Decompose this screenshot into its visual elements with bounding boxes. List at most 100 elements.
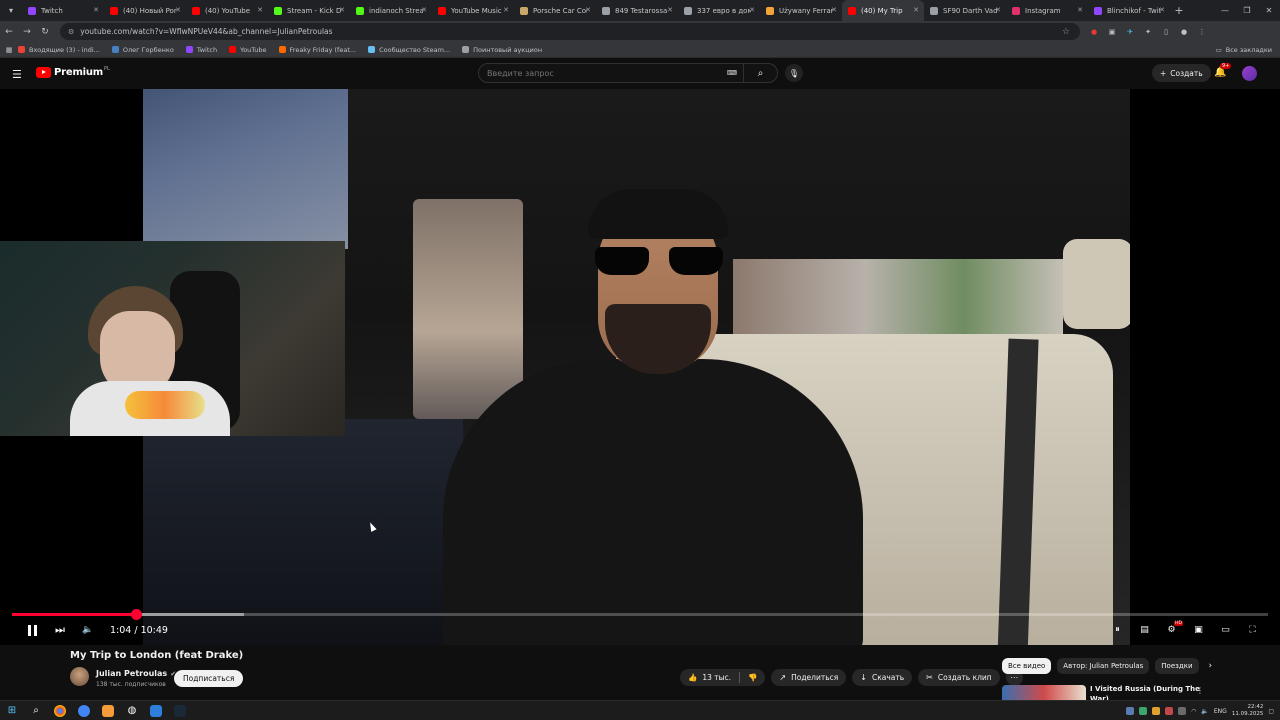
browser-tab[interactable]: 337 евро в доме✕ [678, 0, 760, 21]
browser-tab[interactable]: Twitch ✕ [22, 0, 104, 21]
bookmark-star-icon[interactable]: ☆ [1062, 27, 1070, 37]
theater-mode-icon[interactable]: ▭ [1214, 619, 1237, 641]
bookmark-item[interactable]: Сообщество Steam... [368, 46, 450, 54]
tab-close-icon[interactable]: ✕ [585, 6, 591, 14]
tray-app-icon[interactable] [1165, 707, 1174, 715]
browser-tab[interactable]: Instagram ✕ [1006, 0, 1088, 21]
volume-tray-icon[interactable]: 🔈 [1201, 708, 1208, 715]
account-avatar[interactable] [1242, 66, 1257, 81]
tab-close-icon[interactable]: ✕ [995, 6, 1001, 14]
volume-button[interactable]: 🔈 [74, 619, 102, 641]
bookmark-item[interactable]: Twitch [185, 46, 217, 54]
bookmark-item[interactable]: Входящие (3) - indi... [18, 46, 100, 54]
youtube-logo[interactable]: Premium PL [36, 66, 110, 78]
tab-close-icon[interactable]: ✕ [667, 6, 673, 14]
progress-bar[interactable] [12, 609, 1268, 620]
browser-tab[interactable]: SF90 Darth Vade ✕ [924, 0, 1006, 21]
wifi-icon[interactable]: ◠ [1191, 708, 1196, 715]
tab-close-icon[interactable]: ✕ [1159, 6, 1165, 14]
chevron-right-icon[interactable]: › [1209, 661, 1213, 671]
browser-tab[interactable]: YouTube Music ✕ [432, 0, 514, 21]
chip-all-videos[interactable]: Все видео [1002, 658, 1052, 674]
bookmark-item[interactable]: Олег Горбенко [111, 46, 174, 54]
video-player[interactable]: ⏭ 🔈 1:04 / 10:49 ⏸ ▤ ⚙ HD ▣ ▭ ⛶ [0, 89, 1280, 645]
tray-app-icon[interactable] [1126, 707, 1135, 715]
chip-trips[interactable]: Поездки [1155, 658, 1199, 674]
next-button[interactable]: ⏭ [46, 619, 74, 641]
tray-app-icon[interactable] [1178, 707, 1187, 715]
browser-tab[interactable]: (40) Новый Porsche✕ [104, 0, 186, 21]
recommendation-thumbnail[interactable] [1002, 685, 1086, 701]
keyboard-icon[interactable]: ⌨ [727, 69, 737, 77]
sidebar-icon[interactable]: ▯ [1160, 26, 1172, 38]
obs-app-icon[interactable]: ◍ [120, 701, 144, 720]
share-button[interactable]: ↗ Поделиться [771, 669, 847, 686]
forward-icon[interactable]: → [18, 27, 36, 37]
channel-avatar[interactable] [70, 667, 89, 686]
tab-close-icon[interactable]: ✕ [831, 6, 837, 14]
app-icon[interactable] [144, 701, 168, 720]
search-input[interactable] [479, 68, 727, 78]
extension-icon[interactable]: ✈ [1124, 26, 1136, 38]
steam-app-icon[interactable] [168, 701, 192, 720]
new-tab-button[interactable]: + [1170, 4, 1188, 17]
like-button[interactable]: 👍 13 тыс. [680, 669, 739, 686]
notifications-bell-icon[interactable]: 🔔 9+ [1214, 63, 1232, 78]
voice-search-icon[interactable]: 🎙 [785, 64, 803, 82]
tab-close-icon[interactable]: ✕ [175, 6, 181, 14]
tab-close-icon[interactable]: ✕ [339, 6, 345, 14]
notifications-icon[interactable]: ▢ [1268, 708, 1274, 715]
pause-button[interactable] [18, 619, 46, 641]
chrome-app-icon[interactable] [48, 701, 72, 720]
browser-menu-icon[interactable]: ⋮ [1196, 26, 1208, 38]
browser-tab[interactable]: Używany Ferrari ✕ [760, 0, 842, 21]
search-button[interactable]: ⌕ [743, 64, 777, 82]
recommendation-menu-icon[interactable]: ⋮ [1196, 686, 1204, 695]
tab-close-icon[interactable]: ✕ [1077, 6, 1083, 14]
taskbar-search-icon[interactable]: ⌕ [24, 701, 48, 720]
create-button[interactable]: + Создать [1152, 64, 1211, 82]
tab-close-icon[interactable]: ✕ [93, 6, 99, 14]
tray-app-icon[interactable] [1152, 707, 1161, 715]
site-info-icon[interactable]: ⚙ [68, 28, 74, 36]
autoplay-toggle-icon[interactable]: ⏸ [1106, 619, 1129, 641]
maximize-icon[interactable]: ❐ [1236, 0, 1258, 21]
reload-icon[interactable]: ↻ [36, 27, 54, 37]
subtitles-icon[interactable]: ▤ [1133, 619, 1156, 641]
browser-tab[interactable]: (40) YouTube ✕ [186, 0, 268, 21]
back-icon[interactable]: ← [0, 27, 18, 37]
clock[interactable]: 22:42 11.09.2025 [1232, 704, 1264, 718]
tab-close-icon[interactable]: ✕ [257, 6, 263, 14]
browser-tab[interactable]: Stream - Kick Da ✕ [268, 0, 350, 21]
bookmark-item[interactable]: Freaky Friday (feat... [278, 46, 356, 54]
windows-start-icon[interactable]: ⊞ [0, 701, 24, 720]
app-icon[interactable] [96, 701, 120, 720]
bookmark-item[interactable]: Поинтовый аукцион [462, 46, 542, 54]
miniplayer-icon[interactable]: ▣ [1187, 619, 1210, 641]
menu-icon[interactable]: ☰ [12, 68, 22, 81]
chrome-profile-app-icon[interactable] [72, 701, 96, 720]
bookmark-item[interactable]: YouTube [229, 46, 267, 54]
all-bookmarks-button[interactable]: ▭ Все закладки [1216, 42, 1272, 58]
subscribe-button[interactable]: Подписаться [174, 670, 244, 687]
settings-gear-icon[interactable]: ⚙ HD [1160, 619, 1183, 641]
browser-tab[interactable]: Porsche Car Conf ✕ [514, 0, 596, 21]
tab-close-icon[interactable]: ✕ [749, 6, 755, 14]
recommendation-title[interactable]: I Visited Russia (During The [1090, 685, 1200, 693]
browser-tab[interactable]: Blinchikof - Twitch✕ [1088, 0, 1170, 21]
address-bar[interactable]: ⚙ youtube.com/watch?v=WflwNPUeV44&ab_cha… [60, 23, 1080, 40]
fullscreen-icon[interactable]: ⛶ [1241, 619, 1264, 641]
profile-avatar-icon[interactable]: ● [1178, 26, 1190, 38]
tab-close-icon[interactable]: ✕ [421, 6, 427, 14]
extensions-puzzle-icon[interactable]: ✦ [1142, 26, 1154, 38]
extension-icon[interactable]: ▣ [1106, 26, 1118, 38]
browser-tab[interactable]: indianoch Stream✕ [350, 0, 432, 21]
extension-icon[interactable]: ● [1088, 26, 1100, 38]
tray-app-icon[interactable] [1139, 707, 1148, 715]
chip-author[interactable]: Автор: Julian Petroulas [1057, 658, 1150, 674]
minimize-icon[interactable]: — [1214, 0, 1236, 21]
tab-close-icon[interactable]: ✕ [913, 6, 919, 14]
language-indicator[interactable]: ENG [1214, 708, 1227, 715]
tab-close-icon[interactable]: ✕ [503, 6, 509, 14]
browser-tab[interactable]: (40) My Trip ✕ [842, 0, 924, 21]
